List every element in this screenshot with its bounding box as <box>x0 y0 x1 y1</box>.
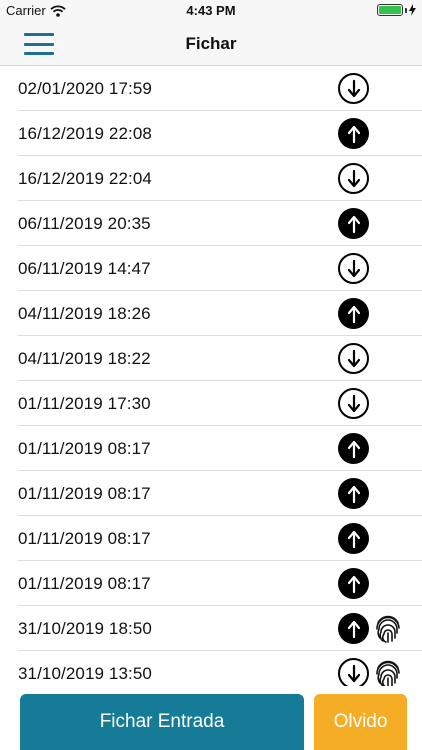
arrow-up-icon <box>338 523 369 554</box>
record-date: 16/12/2019 22:04 <box>18 168 152 188</box>
status-right <box>377 4 416 16</box>
arrow-down-icon <box>338 253 369 284</box>
record-date: 01/11/2019 08:17 <box>18 438 151 458</box>
record-date: 31/10/2019 18:50 <box>18 618 152 638</box>
record-date: 02/01/2020 17:59 <box>18 78 152 98</box>
status-time: 4:43 PM <box>186 3 236 18</box>
nav-bar: Fichar <box>0 22 422 66</box>
record-date: 01/11/2019 08:17 <box>18 528 151 548</box>
arrow-up-icon <box>338 568 369 599</box>
fingerprint-icon <box>376 660 400 686</box>
check-in-button[interactable]: Fichar Entrada <box>20 694 304 750</box>
record-date: 01/11/2019 17:30 <box>18 393 151 413</box>
arrow-down-icon <box>338 163 369 194</box>
record-row[interactable]: 06/11/2019 14:47 <box>0 246 422 291</box>
record-date: 06/11/2019 14:47 <box>18 258 151 278</box>
arrow-up-icon <box>338 613 369 644</box>
record-row[interactable]: 01/11/2019 17:30 <box>0 381 422 426</box>
record-date: 16/12/2019 22:08 <box>18 123 152 143</box>
arrow-down-icon <box>338 73 369 104</box>
record-row[interactable]: 31/10/2019 18:50 <box>0 606 422 651</box>
battery-level <box>379 6 401 14</box>
record-row[interactable]: 01/11/2019 08:17 <box>0 471 422 516</box>
arrow-up-icon <box>338 208 369 239</box>
record-row[interactable]: 01/11/2019 08:17 <box>0 516 422 561</box>
battery-icon <box>377 4 403 16</box>
record-date: 01/11/2019 08:17 <box>18 573 151 593</box>
record-row[interactable]: 31/10/2019 13:50 <box>0 651 422 686</box>
forgot-button[interactable]: Olvido <box>314 694 407 750</box>
record-row[interactable]: 01/11/2019 08:17 <box>0 426 422 471</box>
arrow-up-icon <box>338 478 369 509</box>
record-date: 06/11/2019 20:35 <box>18 213 151 233</box>
record-date: 01/11/2019 08:17 <box>18 483 151 503</box>
charging-icon <box>409 4 416 16</box>
record-row[interactable]: 16/12/2019 22:04 <box>0 156 422 201</box>
arrow-down-icon <box>338 343 369 374</box>
record-date: 04/11/2019 18:22 <box>18 348 151 368</box>
record-row[interactable]: 02/01/2020 17:59 <box>0 66 422 111</box>
arrow-up-icon <box>338 298 369 329</box>
arrow-up-icon <box>338 433 369 464</box>
arrow-up-icon <box>338 118 369 149</box>
arrow-down-icon <box>338 658 369 686</box>
check-records-list[interactable]: 02/01/2020 17:59 16/12/2019 22:08 16/12/20… <box>0 66 422 686</box>
record-date: 31/10/2019 13:50 <box>18 663 152 683</box>
record-row[interactable]: 01/11/2019 08:17 <box>0 561 422 606</box>
fingerprint-icon <box>376 615 400 643</box>
page-title: Fichar <box>185 34 237 53</box>
status-bar: Carrier 4:43 PM <box>0 0 422 22</box>
battery-cap <box>405 7 407 13</box>
record-row[interactable]: 04/11/2019 18:26 <box>0 291 422 336</box>
arrow-down-icon <box>338 388 369 419</box>
record-date: 04/11/2019 18:26 <box>18 303 151 323</box>
record-row[interactable]: 04/11/2019 18:22 <box>0 336 422 381</box>
record-row[interactable]: 16/12/2019 22:08 <box>0 111 422 156</box>
record-row[interactable]: 06/11/2019 20:35 <box>0 201 422 246</box>
